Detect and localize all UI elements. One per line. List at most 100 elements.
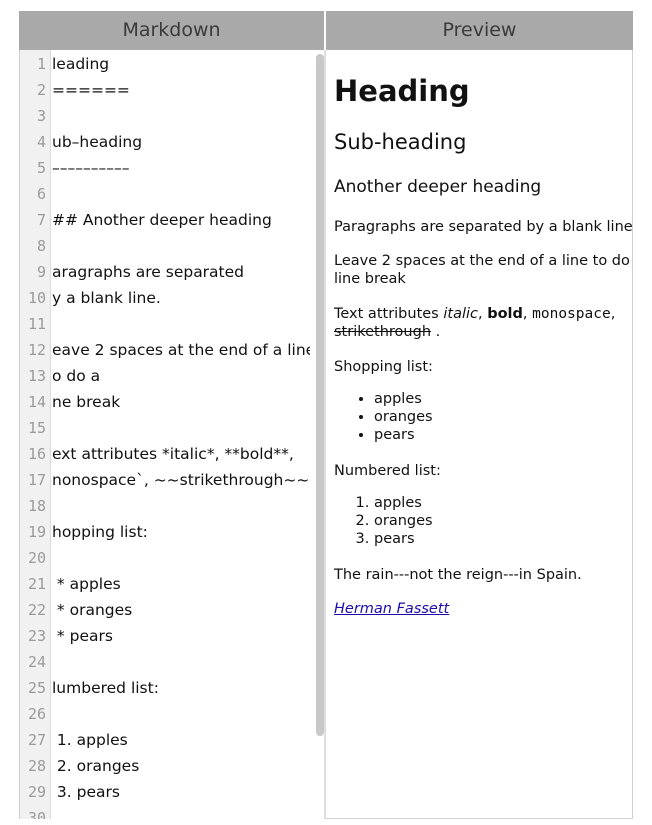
code-line[interactable]: 15: [20, 415, 310, 441]
line-number: 13: [27, 367, 46, 385]
list-item: apples: [374, 494, 433, 512]
code-line[interactable]: 20: [20, 545, 310, 571]
line-number: 19: [27, 523, 46, 541]
preview-heading-3: Another deeper heading: [334, 177, 542, 197]
attr-end: .: [431, 324, 441, 340]
line-text[interactable]: leading: [52, 51, 310, 77]
list-item: pears: [374, 530, 433, 548]
line-number: 29: [27, 783, 46, 801]
line-number: 3: [36, 107, 46, 125]
markdown-editor-app: Markdown Preview 1 leading 2 ====== 3 4 ub–hea…: [19, 11, 633, 819]
line-number: 5: [36, 159, 46, 177]
code-line[interactable]: 14 ne break: [20, 389, 310, 415]
author-link[interactable]: Herman Fassett: [334, 601, 449, 617]
code-line[interactable]: 19 hopping list:: [20, 519, 310, 545]
code-line[interactable]: 26: [20, 701, 310, 727]
code-line[interactable]: 8: [20, 233, 310, 259]
code-line[interactable]: 29 3. pears: [20, 779, 310, 805]
line-number: 27: [27, 731, 46, 749]
line-number: 14: [27, 393, 46, 411]
code-line[interactable]: 10 y a blank line.: [20, 285, 310, 311]
line-number: 26: [27, 705, 46, 723]
line-text[interactable]: hopping list:: [52, 519, 310, 545]
list-item: pears: [374, 426, 433, 444]
header-bar: Markdown Preview: [19, 11, 633, 50]
code-line[interactable]: 22 * oranges: [20, 597, 310, 623]
line-text[interactable]: lumbered list:: [52, 675, 310, 701]
line-number: 2: [36, 81, 46, 99]
line-number: 30: [27, 809, 46, 819]
list-item: oranges: [374, 408, 433, 426]
code-line[interactable]: 4 ub–heading: [20, 129, 310, 155]
line-text[interactable]: 2. oranges: [52, 753, 310, 779]
code-line[interactable]: 16 ext attributes *italic*, **bold**,: [20, 441, 310, 467]
line-text[interactable]: * pears: [52, 623, 310, 649]
line-text[interactable]: * oranges: [52, 597, 310, 623]
code-line[interactable]: 30: [20, 805, 310, 819]
code-line[interactable]: 5 ––––––––––: [20, 155, 310, 181]
line-text[interactable]: nonospace`, ~~strikethrough~~ .: [52, 467, 310, 493]
list-item: apples: [374, 390, 433, 408]
line-text[interactable]: 1. apples: [52, 727, 310, 753]
preview-heading-1: Heading: [334, 74, 470, 108]
line-number: 21: [27, 575, 46, 593]
shopping-list: apples oranges pears: [374, 390, 433, 444]
code-line[interactable]: 25 lumbered list:: [20, 675, 310, 701]
line-break-line-1: Leave 2 spaces at the end of a line to d…: [334, 253, 633, 269]
code-line[interactable]: 12 eave 2 spaces at the end of a line: [20, 337, 310, 363]
line-number: 18: [27, 497, 46, 515]
line-text[interactable]: o do a: [52, 363, 310, 389]
code-line[interactable]: 27 1. apples: [20, 727, 310, 753]
markdown-pane-title: Markdown: [122, 19, 221, 41]
line-text[interactable]: ne break: [52, 389, 310, 415]
line-number: 22: [27, 601, 46, 619]
line-number: 16: [27, 445, 46, 463]
line-number: 24: [27, 653, 46, 671]
line-number: 8: [36, 237, 46, 255]
code-line[interactable]: 1 leading: [20, 51, 310, 77]
line-number: 10: [27, 289, 46, 307]
line-text[interactable]: y a blank line.: [52, 285, 310, 311]
line-number: 6: [36, 185, 46, 203]
line-text[interactable]: 3. pears: [52, 779, 310, 805]
code-lines[interactable]: 1 leading 2 ====== 3 4 ub–heading 5 –––––––––– 6 7…: [20, 51, 310, 819]
preview-heading-2: Sub-heading: [334, 130, 467, 154]
code-line[interactable]: 9 aragraphs are separated: [20, 259, 310, 285]
code-line[interactable]: 24: [20, 649, 310, 675]
attr-monospace: monospace: [532, 306, 611, 322]
editor-scrollbar[interactable]: [316, 54, 324, 736]
line-text[interactable]: aragraphs are separated: [52, 259, 310, 285]
code-line[interactable]: 3: [20, 103, 310, 129]
line-number: 7: [36, 211, 46, 229]
code-line[interactable]: 2 ======: [20, 77, 310, 103]
code-line[interactable]: 11: [20, 311, 310, 337]
preview-link-paragraph: Herman Fassett: [334, 600, 449, 618]
markdown-editor[interactable]: 1 leading 2 ====== 3 4 ub–heading 5 –––––––––– 6 7…: [19, 50, 324, 819]
attr-bold: bold: [487, 306, 523, 322]
preview-paragraph: Paragraphs are separated by a blank line…: [334, 219, 633, 235]
code-line[interactable]: 21 * apples: [20, 571, 310, 597]
list-item: oranges: [374, 512, 433, 530]
line-text[interactable]: ======: [52, 77, 310, 103]
line-text[interactable]: ––––––––––: [52, 155, 310, 181]
code-line[interactable]: 23 * pears: [20, 623, 310, 649]
attr-sep-2: ,: [522, 306, 533, 322]
code-line[interactable]: 7 ## Another deeper heading: [20, 207, 310, 233]
code-line[interactable]: 28 2. oranges: [20, 753, 310, 779]
line-text[interactable]: ext attributes *italic*, **bold**,: [52, 441, 310, 467]
line-text[interactable]: ## Another deeper heading: [52, 207, 310, 233]
preview-pane-title: Preview: [442, 19, 517, 41]
line-number: 25: [27, 679, 46, 697]
line-text[interactable]: ub–heading: [52, 129, 310, 155]
line-text[interactable]: * apples: [52, 571, 310, 597]
code-line[interactable]: 17 nonospace`, ~~strikethrough~~ .: [20, 467, 310, 493]
code-line[interactable]: 6: [20, 181, 310, 207]
code-line[interactable]: 13 o do a: [20, 363, 310, 389]
preview-line-break-paragraph: Leave 2 spaces at the end of a line to d…: [334, 252, 633, 288]
line-number: 15: [27, 419, 46, 437]
line-text[interactable]: eave 2 spaces at the end of a line: [52, 337, 310, 363]
attr-prefix: Text attributes: [334, 306, 444, 322]
line-number: 4: [36, 133, 46, 151]
line-number: 1: [36, 55, 46, 73]
code-line[interactable]: 18: [20, 493, 310, 519]
